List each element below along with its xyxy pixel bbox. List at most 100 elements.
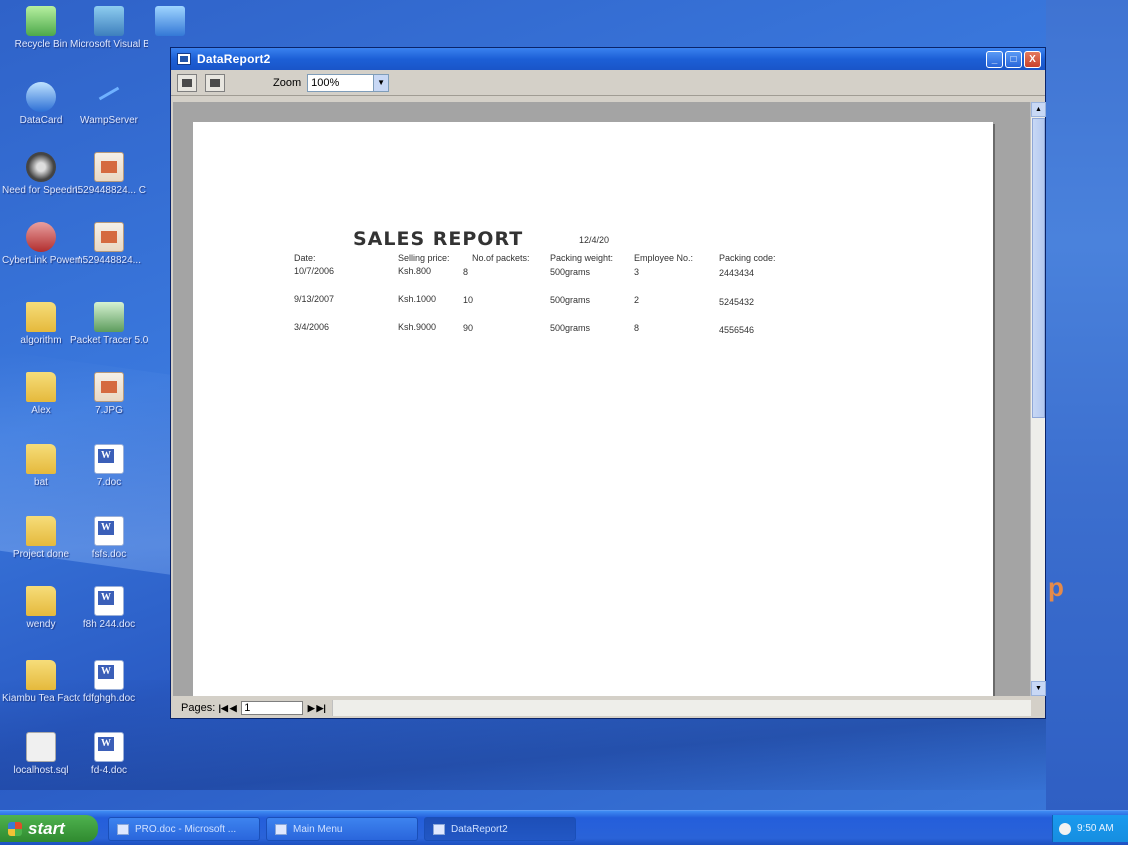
report-print-date: 12/4/20: [579, 235, 610, 245]
sql-file-icon: [26, 732, 56, 762]
desktop-icon-label: Recycle Bin: [14, 39, 68, 50]
last-page-button[interactable]: ▶|: [316, 702, 326, 714]
table-cell: 2: [634, 295, 640, 305]
desktop-icon-label: fdfghgh.doc: [82, 693, 136, 704]
report-page: SALES REPORT 12/4/20 Date: Selling price…: [193, 122, 993, 696]
start-label: start: [28, 818, 65, 838]
close-button[interactable]: X: [1024, 51, 1041, 68]
print-icon[interactable]: [177, 73, 197, 92]
desktop-icon-wendy[interactable]: wendy: [2, 586, 80, 630]
desktop-icon-label: Microsoft Visual Ba...: [70, 39, 148, 50]
desktop-icon-recycle-bin[interactable]: Recycle Bin: [2, 6, 80, 50]
desktop-icon-kiambu-tea[interactable]: Kiambu Tea Factory: [2, 660, 80, 704]
desktop-icon-7doc[interactable]: 7.doc: [70, 444, 148, 488]
maximize-button[interactable]: □: [1005, 51, 1022, 68]
table-cell: 10: [463, 295, 474, 305]
word-doc-icon: [94, 444, 124, 474]
desktop-icon-project-done[interactable]: Project done: [2, 516, 80, 560]
column-header-weight: Packing weight:: [550, 253, 614, 263]
desktop-icon-powerdvd[interactable]: CyberLink PowerDVD: [2, 222, 80, 266]
column-header-employee: Employee No.:: [634, 253, 694, 263]
desktop-icon-visual-basic[interactable]: Microsoft Visual Ba...: [70, 6, 148, 50]
next-page-button[interactable]: ▶: [306, 702, 316, 714]
desktop-icon-fdfghgh-doc[interactable]: fdfghgh.doc: [70, 660, 148, 704]
desktop-icon-label: Packet Tracer 5.0: [70, 335, 148, 346]
pages-label: Pages:: [181, 702, 216, 714]
scroll-down-icon[interactable]: ▼: [1031, 681, 1046, 696]
desktop-icon-image-2[interactable]: n529448824...: [70, 222, 148, 266]
scrollbar-thumb[interactable]: [1032, 118, 1045, 418]
image-file-icon: [94, 222, 124, 252]
folder-icon: [26, 660, 56, 690]
first-page-button[interactable]: |◀: [218, 702, 228, 714]
desktop-icon-label: DataCard: [19, 115, 63, 126]
page-number-input[interactable]: 1: [241, 701, 304, 715]
desktop-icon-label: localhost.sql: [13, 765, 69, 776]
minimize-button[interactable]: _: [986, 51, 1003, 68]
stray-glyph: p: [1048, 572, 1064, 602]
desktop-icon-label: Project done: [12, 549, 70, 560]
taskbar-item-pro-doc[interactable]: PRO.doc - Microsoft ...: [108, 817, 260, 841]
game-icon: [26, 152, 56, 182]
desktop-icon-label: fsfs.doc: [91, 549, 127, 560]
desktop-icon-alex[interactable]: Alex: [2, 372, 80, 416]
zoom-select[interactable]: 100% ▼: [307, 73, 390, 92]
desktop-icon-7jpg[interactable]: 7.JPG: [70, 372, 148, 416]
horizontal-scrollbar[interactable]: [332, 700, 1031, 716]
desktop-icon-bat[interactable]: bat: [2, 444, 80, 488]
table-cell: 3: [634, 267, 640, 277]
taskbar-item-datareport2[interactable]: DataReport2: [424, 817, 576, 841]
table-cell: 2443434: [719, 268, 755, 278]
desktop-icon-label: Alex: [31, 405, 51, 416]
desktop-icon-need-for-speed[interactable]: Need for Speed Un...: [2, 152, 80, 196]
taskbar-item-label: PRO.doc - Microsoft ...: [135, 823, 237, 835]
desktop-icon-algorithm[interactable]: algorithm: [2, 302, 80, 346]
column-header-code: Packing code:: [719, 253, 776, 263]
page-navigator: Pages: |◀ ◀ 1 ▶ ▶|: [173, 700, 1031, 716]
desktop-icon-label: f8h 244.doc: [82, 619, 136, 630]
window-titlebar[interactable]: DataReport2 _ □ X: [171, 48, 1045, 70]
taskbar: start PRO.doc - Microsoft ... Main Menu …: [0, 810, 1128, 845]
table-cell: Ksh.800: [398, 266, 432, 276]
table-cell: 5245432: [719, 297, 755, 307]
folder-icon: [26, 444, 56, 474]
table-cell: Ksh.1000: [398, 294, 437, 304]
desktop-icon-datacard[interactable]: DataCard: [2, 82, 80, 126]
report-toolbar: Zoom 100% ▼: [171, 70, 1045, 96]
desktop-icon-label: wendy: [26, 619, 56, 630]
desktop-icon-fd4-doc[interactable]: fd-4.doc: [70, 732, 148, 776]
desktop-icon-fsfs-doc[interactable]: fsfs.doc: [70, 516, 148, 560]
folder-icon: [26, 586, 56, 616]
previous-page-button[interactable]: ◀: [228, 702, 238, 714]
tray-icon[interactable]: [1059, 822, 1071, 835]
desktop-icon-label: n529448824...: [77, 255, 141, 266]
scroll-up-icon[interactable]: ▲: [1031, 102, 1046, 117]
datacard-icon: [26, 82, 56, 112]
image-file-icon: [94, 152, 124, 182]
desktop-icon-label: bat: [34, 477, 48, 488]
report-viewer[interactable]: SALES REPORT 12/4/20 Date: Selling price…: [173, 102, 1031, 696]
desktop-icon-packet-tracer[interactable]: Packet Tracer 5.0: [70, 302, 148, 346]
table-cell: 3/4/2006: [294, 322, 330, 332]
desktop-icon-localhost-sql[interactable]: localhost.sql: [2, 732, 80, 776]
start-button[interactable]: start: [0, 815, 98, 842]
table-cell: 500grams: [550, 323, 591, 333]
desktop-icon-unlabeled[interactable]: [150, 6, 190, 39]
wampserver-icon: [94, 82, 124, 112]
recycle-bin-icon: [26, 6, 56, 36]
dvd-player-icon: [26, 222, 56, 252]
vertical-scrollbar[interactable]: ▲ ▼: [1030, 102, 1046, 696]
chevron-down-icon[interactable]: ▼: [373, 74, 389, 91]
table-cell: 500grams: [550, 295, 591, 305]
table-cell: 9/13/2007: [294, 294, 335, 304]
taskbar-item-main-menu[interactable]: Main Menu: [266, 817, 418, 841]
desktop-icon-label: fd-4.doc: [90, 765, 128, 776]
desktop-icon-label: Kiambu Tea Factory: [2, 693, 80, 704]
export-icon[interactable]: [205, 73, 225, 92]
zoom-label: Zoom: [273, 76, 302, 89]
desktop-icon-image-1[interactable]: n529448824... C: [70, 152, 148, 196]
table-cell: 4556546: [719, 325, 755, 335]
desktop-icon-f8h-doc[interactable]: f8h 244.doc: [70, 586, 148, 630]
desktop-icon-label: WampServer: [80, 115, 138, 126]
desktop-icon-wampserver[interactable]: WampServer: [70, 82, 148, 126]
